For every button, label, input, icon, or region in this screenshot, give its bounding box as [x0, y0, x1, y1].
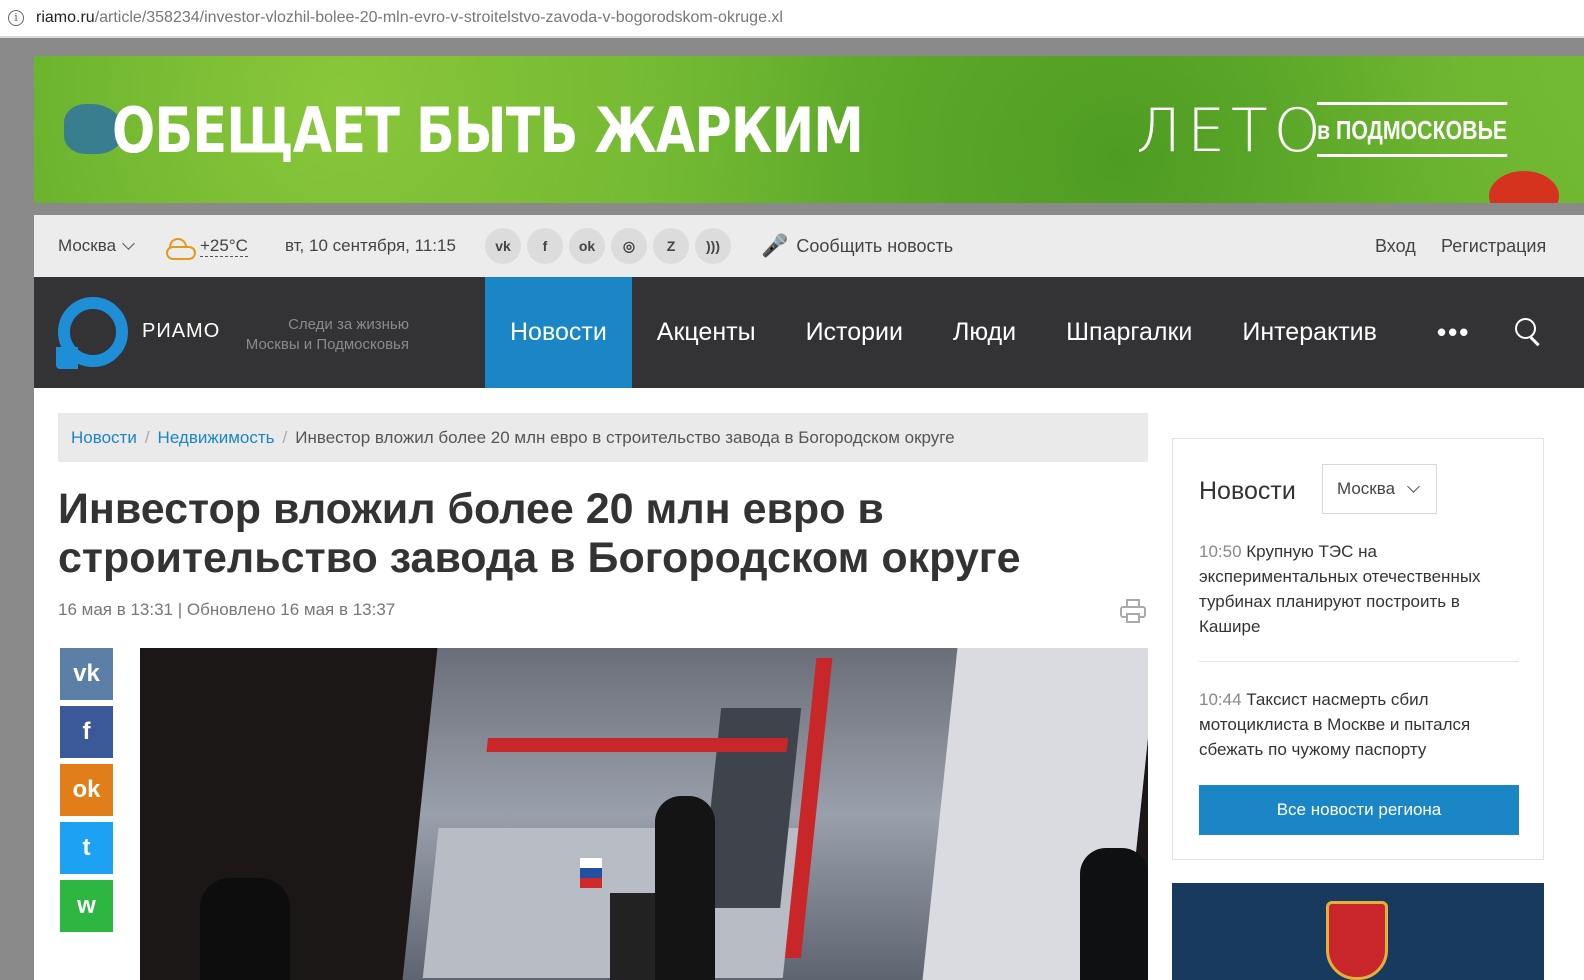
address-bar[interactable]: i riamo.ru/article/358234/investor-vlozh…	[0, 0, 1584, 38]
current-date: вт, 10 сентября, 11:15	[285, 236, 456, 255]
nav-item-cheatsheets[interactable]: Шпаргалки	[1041, 277, 1217, 388]
news-text: Крупную ТЭС на экспериментальных отечест…	[1199, 542, 1481, 636]
search-icon[interactable]	[1515, 318, 1539, 342]
weather[interactable]: +25°C	[166, 235, 248, 260]
report-news-label: Сообщить новость	[796, 235, 954, 256]
region-select[interactable]: Москва	[1322, 464, 1437, 514]
facebook-icon[interactable]: f	[527, 228, 563, 264]
login-link[interactable]: Вход	[1375, 236, 1416, 257]
breadcrumb-current: Инвестор вложил более 20 млн евро в стро…	[295, 427, 955, 447]
top-bar: Москва +25°C вт, 10 сентября, 11:15 vk f…	[34, 215, 1584, 277]
camera-operator	[200, 878, 290, 980]
microphone-icon: 🎤	[761, 233, 789, 258]
chevron-down-icon	[122, 237, 135, 250]
region-value: Москва	[1337, 479, 1396, 498]
article-title: Инвестор вложил более 20 млн евро в стро…	[58, 485, 1021, 582]
paint-splash-red	[1489, 171, 1559, 203]
article-meta: 16 мая в 13:31 | Обновлено 16 мая в 13:3…	[58, 600, 396, 619]
ad-banner[interactable]: ОБЕЩАЕТ БЫТЬ ЖАРКИМ ЛЕТО в ПОДМОСКОВЬЕ	[34, 56, 1584, 203]
rss-icon[interactable]: )))	[695, 228, 731, 264]
odnoklassniki-icon[interactable]: ok	[569, 228, 605, 264]
banner-slogan: ОБЕЩАЕТ БЫТЬ ЖАРКИМ	[112, 94, 864, 167]
banner-brand-small: в ПОДМОСКОВЬЕ	[1317, 102, 1508, 157]
nav-item-stories[interactable]: Истории	[781, 277, 928, 388]
riamo-logo[interactable]	[56, 297, 128, 369]
zen-icon[interactable]: Z	[653, 228, 689, 264]
brand-name[interactable]: РИАМО	[142, 320, 220, 343]
share-twitter-icon[interactable]: t	[60, 822, 113, 874]
partly-cloudy-icon	[166, 236, 196, 260]
all-news-button[interactable]: Все новости региона	[1199, 785, 1519, 835]
share-vk-icon[interactable]: vk	[60, 648, 113, 700]
url-text[interactable]: riamo.ru/article/358234/investor-vlozhil…	[36, 9, 783, 27]
news-time: 10:44	[1199, 690, 1242, 709]
share-facebook-icon[interactable]: f	[60, 706, 113, 758]
sidebar-title: Новости	[1199, 477, 1296, 505]
breadcrumb-separator: /	[144, 427, 150, 447]
city-selector[interactable]: Москва	[58, 236, 135, 256]
vk-icon[interactable]: vk	[485, 228, 521, 264]
speaker	[655, 796, 715, 980]
presentation-screen	[402, 648, 1148, 980]
coat-of-arms-icon	[1326, 901, 1388, 980]
russian-flag	[580, 858, 602, 888]
breadcrumb-news[interactable]: Новости	[71, 428, 137, 448]
instagram-icon[interactable]: ◎	[611, 228, 647, 264]
url-host: riamo.ru	[36, 9, 95, 26]
nav-item-accents[interactable]: Акценты	[632, 277, 781, 388]
main-navigation: РИАМО Следи за жизнью Москвы и Подмосков…	[34, 277, 1584, 388]
register-link[interactable]: Регистрация	[1441, 236, 1546, 257]
tagline: Следи за жизнью Москвы и Подмосковья	[245, 316, 409, 353]
news-item[interactable]: 10:50 Крупную ТЭС на экспериментальных о…	[1199, 539, 1519, 639]
chevron-down-icon	[1407, 480, 1420, 493]
report-news-button[interactable]: 🎤 Сообщить новость	[761, 233, 953, 259]
social-links: vk f ok ◎ Z )))	[485, 228, 731, 264]
article-photo[interactable]	[140, 648, 1148, 980]
news-time: 10:50	[1199, 542, 1242, 561]
info-icon[interactable]: i	[8, 10, 24, 26]
nav-item-interactive[interactable]: Интерактив	[1217, 277, 1402, 388]
share-whatsapp-icon[interactable]: w	[60, 880, 113, 932]
temperature: +25°C	[200, 235, 248, 257]
share-buttons: vk f ok t w	[60, 648, 113, 938]
bystander	[1080, 848, 1148, 980]
city-label: Москва	[58, 236, 117, 255]
breadcrumb: Новости / Недвижимость / Инвестор вложил…	[58, 413, 1148, 462]
divider	[1199, 661, 1519, 662]
share-odnoklassniki-icon[interactable]: ok	[60, 764, 113, 816]
banner-brand-big: ЛЕТО	[1136, 96, 1327, 166]
nav-item-people[interactable]: Люди	[928, 277, 1041, 388]
nav-menu: Новости Акценты Истории Люди Шпаргалки И…	[485, 277, 1402, 388]
url-path: /article/358234/investor-vlozhil-bolee-2…	[94, 9, 783, 26]
news-sidebar: Новости Москва 10:50 Крупную ТЭС на эксп…	[1172, 438, 1544, 860]
content: Новости / Недвижимость / Инвестор вложил…	[34, 388, 1584, 980]
region-ad-block[interactable]	[1172, 883, 1544, 980]
breadcrumb-realty[interactable]: Недвижимость	[158, 428, 275, 448]
breadcrumb-separator: /	[282, 427, 288, 447]
more-menu-icon[interactable]: •••	[1437, 317, 1470, 348]
nav-item-news[interactable]: Новости	[485, 277, 632, 388]
print-icon[interactable]	[1120, 599, 1146, 623]
news-item[interactable]: 10:44 Таксист насмерть сбил мотоциклиста…	[1199, 687, 1519, 762]
page: ОБЕЩАЕТ БЫТЬ ЖАРКИМ ЛЕТО в ПОДМОСКОВЬЕ М…	[34, 56, 1584, 980]
